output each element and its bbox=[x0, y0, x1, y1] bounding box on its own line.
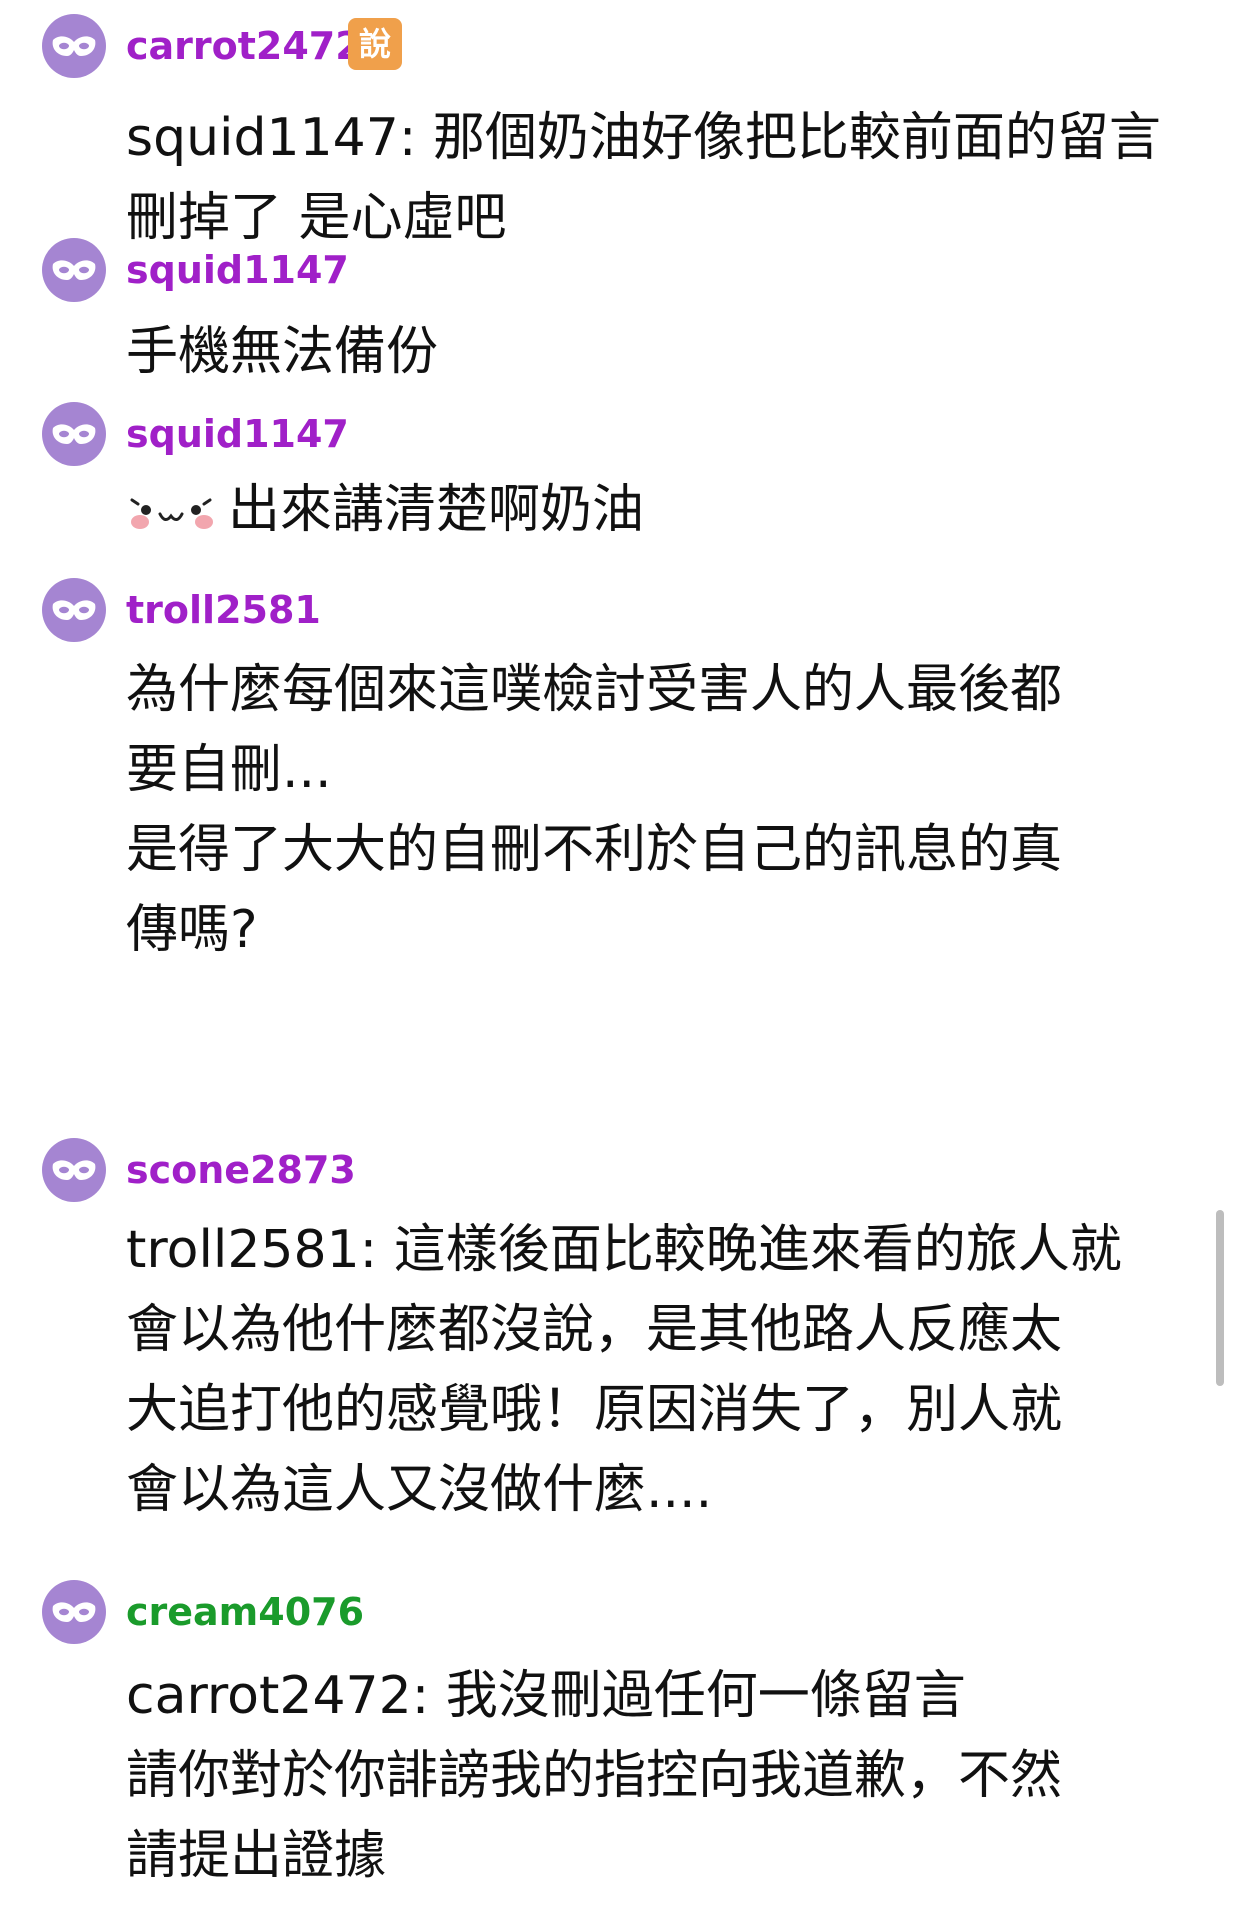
comment-text: squid1147: 那個奶油好像把比較前面的留言 刪掉了 是心虛吧 bbox=[126, 108, 1161, 248]
comment-text: 為什麼每個來這噗檢討受害人的人最後都 要自刪... 是得了大大的自刪不利於自己的… bbox=[126, 660, 1063, 960]
comment-text: 手機無法備份 bbox=[126, 322, 439, 382]
comment-text: troll2581: 這樣後面比較晚進來看的旅人就 會以為他什麼都沒說，是其他路… bbox=[126, 1220, 1122, 1520]
mask-icon bbox=[52, 36, 96, 56]
avatar[interactable] bbox=[42, 14, 106, 78]
username[interactable]: squid1147 bbox=[126, 248, 349, 292]
username[interactable]: scone2873 bbox=[126, 1148, 356, 1192]
mask-icon bbox=[52, 424, 96, 444]
avatar[interactable] bbox=[42, 1580, 106, 1644]
mask-icon bbox=[52, 1160, 96, 1180]
mask-icon bbox=[52, 260, 96, 280]
avatar[interactable] bbox=[42, 1138, 106, 1202]
scrollbar[interactable] bbox=[1216, 1210, 1224, 1386]
avatar[interactable] bbox=[42, 402, 106, 466]
username[interactable]: cream4076 bbox=[126, 1590, 364, 1634]
username[interactable]: carrot2472 bbox=[126, 24, 362, 68]
comment-text: carrot2472: 我沒刪過任何一條留言 請你對於你誹謗我的指控向我道歉，不… bbox=[126, 1666, 1063, 1886]
username[interactable]: troll2581 bbox=[126, 588, 321, 632]
cute-face-sticker bbox=[126, 470, 216, 550]
username[interactable]: squid1147 bbox=[126, 412, 349, 456]
avatar[interactable] bbox=[42, 578, 106, 642]
comment-text: 出來講清楚啊奶油 bbox=[228, 480, 645, 540]
sticker-face-icon bbox=[130, 498, 213, 529]
mask-icon bbox=[52, 600, 96, 620]
speech-badge: 說 bbox=[348, 18, 402, 70]
mask-icon bbox=[52, 1602, 96, 1622]
avatar[interactable] bbox=[42, 238, 106, 302]
